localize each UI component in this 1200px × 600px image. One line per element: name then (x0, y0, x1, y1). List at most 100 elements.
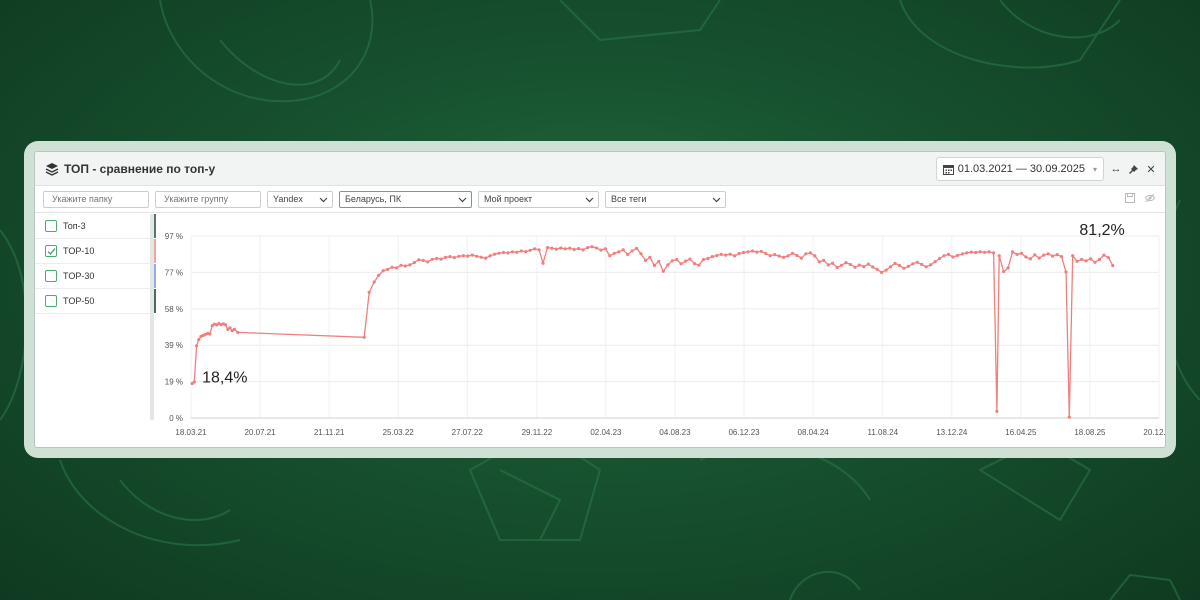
data-point (228, 326, 232, 330)
data-point (759, 249, 763, 253)
tags-select[interactable]: Все теги (605, 190, 726, 208)
data-point (399, 263, 403, 267)
data-point (550, 246, 554, 250)
x-tick-label: 08.04.24 (798, 428, 830, 437)
x-tick-label: 04.08.23 (659, 428, 691, 437)
data-point (515, 250, 519, 254)
top-comparison-widget: ТОП - сравнение по топ-у 01.03.2021 — 30… (34, 151, 1166, 448)
region-select[interactable]: Беларусь, ПК (339, 190, 472, 208)
legend-label: TOP-10 (63, 246, 95, 256)
data-point (715, 253, 719, 258)
legend-label: TOP-50 (63, 296, 95, 306)
data-point (782, 255, 786, 259)
screenshot-frame: ТОП - сравнение по топ-у 01.03.2021 — 30… (24, 141, 1176, 458)
search-engine-select[interactable]: Yandex (267, 190, 333, 208)
legend-item[interactable]: TOP-50 (35, 289, 156, 314)
data-point (461, 254, 465, 258)
data-point (755, 250, 759, 254)
data-point (643, 258, 648, 262)
data-point (223, 323, 228, 327)
data-point (386, 267, 390, 271)
data-point (853, 265, 857, 269)
legend-scrollbar[interactable] (150, 214, 154, 420)
pin-icon[interactable] (1128, 164, 1139, 175)
project-value: Мой проект (484, 194, 533, 204)
data-point (750, 249, 755, 253)
legend-item[interactable]: TOP-10 (35, 239, 156, 264)
data-point (528, 248, 532, 252)
data-point (541, 261, 545, 265)
data-point (1010, 250, 1015, 254)
data-point (652, 263, 656, 268)
save-icon[interactable] (1125, 193, 1135, 203)
x-tick-label: 20.07.21 (244, 428, 276, 437)
x-tick-label: 16.04.25 (1005, 428, 1037, 437)
legend-item[interactable]: TOP-30 (35, 264, 156, 289)
data-point (1080, 257, 1084, 262)
data-point (586, 246, 590, 250)
data-point (697, 263, 701, 267)
data-point (195, 344, 199, 348)
project-select[interactable]: Мой проект (478, 190, 599, 208)
x-tick-label: 13.12.24 (936, 428, 968, 437)
close-icon[interactable]: ✕ (1145, 163, 1157, 176)
data-point (572, 247, 576, 252)
data-point (426, 260, 430, 264)
data-point (537, 248, 541, 252)
data-point (987, 250, 991, 254)
filter-actions (1125, 193, 1155, 203)
series-checkbox[interactable] (45, 270, 57, 282)
data-point (688, 257, 692, 261)
data-point (1075, 259, 1079, 263)
data-point (372, 280, 376, 284)
data-point (581, 248, 585, 252)
data-point (893, 261, 897, 265)
data-point (381, 269, 385, 273)
data-point (969, 250, 973, 254)
data-point (479, 255, 483, 259)
series-legend: Топ-3 TOP-10 TOP-30 TOP-50 (35, 214, 156, 420)
data-point (960, 252, 965, 256)
data-point (897, 263, 902, 268)
data-point (684, 259, 688, 263)
data-point (208, 332, 212, 336)
eye-off-icon[interactable] (1145, 193, 1155, 203)
data-point (192, 380, 196, 384)
legend-item[interactable]: Топ-3 (35, 214, 156, 239)
data-point (965, 251, 969, 255)
data-point (692, 262, 697, 266)
data-point (443, 255, 448, 259)
data-point (951, 255, 955, 259)
data-point (501, 250, 506, 255)
data-point (466, 254, 470, 258)
data-point (813, 254, 817, 258)
data-point (670, 259, 674, 263)
data-point (1055, 253, 1059, 257)
data-point (822, 258, 826, 262)
data-point (915, 260, 919, 264)
data-point (1002, 270, 1006, 274)
data-point (1033, 253, 1037, 257)
x-tick-label: 18.08.25 (1074, 428, 1106, 437)
data-point (1111, 264, 1115, 268)
chart-svg: 0 % 19 % 39 % 58 % 77 % 97 % 18.03.21 20.07.21 2… (165, 222, 1165, 437)
data-point (617, 250, 621, 254)
data-point (857, 263, 862, 267)
date-range-picker[interactable]: 01.03.2021 — 30.09.2025 ▾ (935, 157, 1104, 181)
first-value-annotation: 18,4% (202, 369, 247, 386)
data-point (862, 265, 866, 269)
data-point (412, 261, 416, 265)
series-checkbox[interactable] (45, 220, 57, 232)
data-point (906, 264, 911, 268)
data-point (197, 338, 201, 342)
data-point (719, 252, 723, 256)
group-input[interactable] (155, 190, 261, 208)
expand-icon[interactable]: ↔ (1110, 163, 1122, 175)
x-tick-label: 18.03.21 (175, 428, 207, 437)
folder-input[interactable] (43, 190, 149, 208)
data-point (1059, 255, 1064, 259)
series-checkbox[interactable] (45, 295, 57, 307)
layers-icon (45, 162, 59, 176)
data-point (710, 255, 714, 259)
series-checkbox[interactable] (45, 245, 57, 257)
